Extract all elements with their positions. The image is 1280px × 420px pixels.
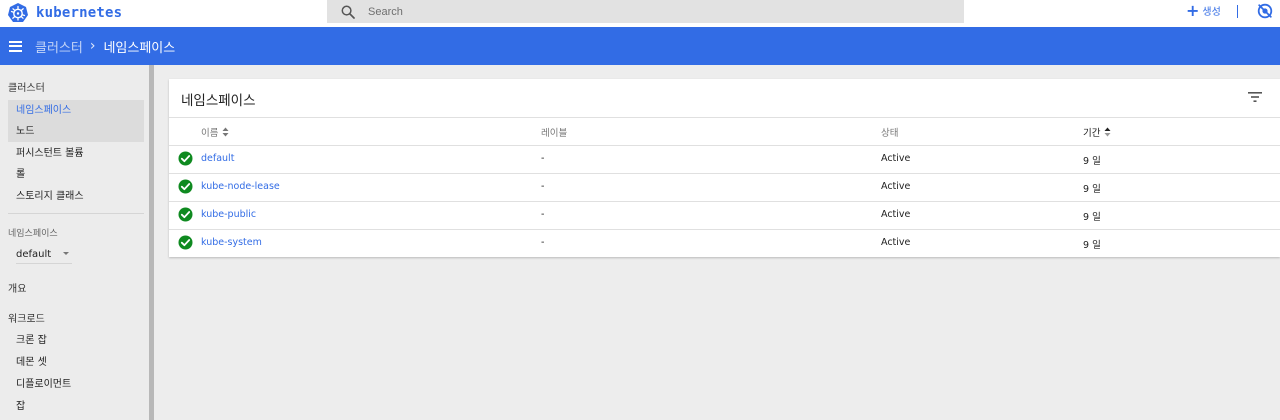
chevron-right-icon: › (89, 38, 96, 54)
cell-age: 9 일 (1083, 184, 1101, 195)
plus-icon: + (1186, 0, 1200, 20)
cell-status: Active (881, 181, 911, 192)
namespace-name-link[interactable]: default (201, 153, 234, 164)
column-header-name-label: 이름 (201, 128, 219, 139)
namespace-name-link[interactable]: kube-node-lease (201, 181, 280, 192)
dropdown-arrow-icon (63, 252, 69, 255)
visibility-off-icon[interactable] (1257, 3, 1273, 19)
sidebar-item-persistent-volumes[interactable]: 퍼시스턴트 볼륨 (8, 143, 144, 164)
brand[interactable]: kubernetes (7, 2, 122, 24)
check-circle-icon (178, 207, 193, 222)
sidebar-item-deployments[interactable]: 디플로이먼트 (8, 374, 144, 395)
sidebar-item-cron-jobs[interactable]: 크론 잡 (8, 330, 144, 351)
cell-labels: - (541, 209, 545, 220)
cell-age: 9 일 (1083, 156, 1101, 167)
namespace-selector[interactable]: default (16, 245, 72, 263)
namespace-selector-label: 네임스페이스 (8, 229, 58, 239)
namespaces-card: 네임스페이스 이름 레이블 상태 기간 default - Active 9 일 (169, 79, 1280, 257)
sidebar-divider (8, 213, 144, 214)
cell-labels: - (541, 237, 545, 248)
check-circle-icon (178, 151, 193, 166)
column-header-status: 상태 (881, 125, 898, 139)
column-header-labels-label: 레이블 (541, 128, 568, 139)
sidebar-heading-workloads[interactable]: 워크로드 (8, 310, 45, 325)
sidebar-item-overview[interactable]: 개요 (8, 280, 26, 295)
column-header-age[interactable]: 기간 (1083, 125, 1111, 139)
breadcrumb-cluster[interactable]: 클러스터 (35, 37, 83, 56)
namespace-name-link[interactable]: kube-public (201, 209, 256, 220)
create-button[interactable]: + 생성 (1186, 0, 1221, 20)
filter-icon[interactable] (1248, 92, 1262, 102)
column-header-status-label: 상태 (881, 128, 899, 139)
table-row[interactable]: kube-system - Active 9 일 (169, 229, 1280, 257)
kubernetes-wheel-icon (8, 3, 28, 22)
toolbar-divider (1237, 5, 1238, 18)
search-bar[interactable] (327, 0, 964, 23)
table-row[interactable]: default - Active 9 일 (169, 145, 1280, 173)
breadcrumb-current: 네임스페이스 (103, 40, 176, 56)
column-header-name[interactable]: 이름 (201, 125, 229, 139)
brand-name: kubernetes (36, 5, 123, 21)
cell-age: 9 일 (1083, 212, 1101, 223)
sidebar-heading-cluster[interactable]: 클러스터 (8, 79, 45, 94)
sidebar-item-roles[interactable]: 롤 (8, 164, 144, 185)
table-row[interactable]: kube-node-lease - Active 9 일 (169, 173, 1280, 201)
sidebar-scrollbar[interactable] (149, 65, 154, 420)
cell-labels: - (541, 181, 545, 192)
sidebar-item-storage-classes[interactable]: 스토리지 클래스 (8, 186, 144, 207)
check-circle-icon (178, 179, 193, 194)
namespace-selector-value: default (16, 248, 52, 260)
sidebar-item-namespaces[interactable]: 네임스페이스 (8, 100, 144, 121)
column-header-age-label: 기간 (1083, 128, 1101, 139)
cell-age: 9 일 (1083, 240, 1101, 251)
create-label: 생성 (1202, 7, 1221, 18)
sidebar: 클러스터 네임스페이스 노드 퍼시스턴트 볼륨 롤 스토리지 클래스 네임스페이… (0, 65, 149, 420)
sort-icon (222, 127, 229, 137)
cell-status: Active (881, 237, 911, 248)
search-icon (341, 5, 355, 19)
search-input[interactable] (368, 5, 928, 18)
card-header-divider (169, 117, 1280, 118)
sort-icon (1104, 127, 1111, 137)
namespace-name-link[interactable]: kube-system (201, 237, 262, 248)
top-bar: kubernetes + 생성 (0, 0, 1280, 27)
card-title: 네임스페이스 (181, 93, 256, 109)
column-header-labels: 레이블 (541, 125, 567, 139)
check-circle-icon (178, 235, 193, 250)
menu-icon[interactable] (9, 40, 22, 52)
cell-labels: - (541, 153, 545, 164)
breadcrumb-bar: 클러스터 › 네임스페이스 (0, 27, 1280, 65)
table-row[interactable]: kube-public - Active 9 일 (169, 201, 1280, 229)
cell-status: Active (881, 153, 911, 164)
sidebar-item-daemon-sets[interactable]: 데몬 셋 (8, 352, 144, 373)
sidebar-item-jobs[interactable]: 잡 (8, 396, 144, 417)
sidebar-item-nodes[interactable]: 노드 (8, 121, 144, 142)
cell-status: Active (881, 209, 911, 220)
namespace-selector-underline (16, 263, 72, 264)
